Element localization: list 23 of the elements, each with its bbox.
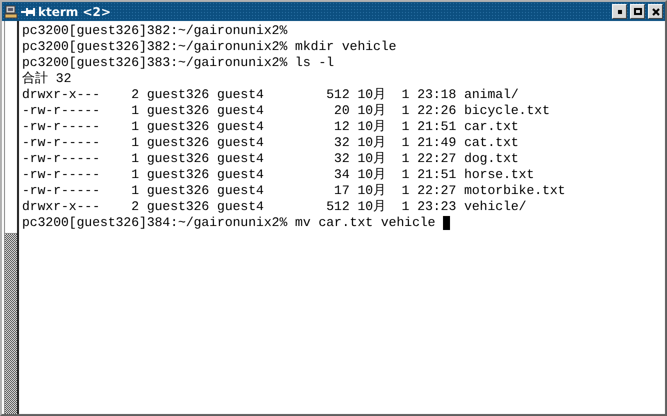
terminal-line: -rw-r----- 1 guest326 guest4 20 10月 1 22:26 bicycle.txt xyxy=(22,103,550,119)
terminal-line: pc3200[guest326]384:~/gaironunix2% mv car.txt vehicle xyxy=(22,215,436,231)
terminal-line: pc3200[guest326]382:~/gaironunix2% xyxy=(22,23,288,39)
close-icon xyxy=(652,8,660,16)
terminal-line: drwxr-x--- 2 guest326 guest4 512 10月 1 23:23 vehicle/ xyxy=(22,199,526,215)
minimize-button[interactable] xyxy=(612,4,627,19)
terminal-line: -rw-r----- 1 guest326 guest4 17 10月 1 22:27 motorbike.txt xyxy=(22,183,566,199)
window-title: kterm <2> xyxy=(38,4,111,18)
terminal-line: -rw-r----- 1 guest326 guest4 34 10月 1 21:51 horse.txt xyxy=(22,167,534,183)
computer-icon xyxy=(4,4,18,18)
close-button[interactable] xyxy=(648,4,663,19)
minimize-icon xyxy=(618,10,622,14)
terminal-line: drwxr-x--- 2 guest326 guest4 512 10月 1 23:18 animal/ xyxy=(22,87,519,103)
scrollbar[interactable] xyxy=(4,21,19,414)
pin-icon[interactable] xyxy=(21,6,35,16)
maximize-button[interactable] xyxy=(630,4,645,19)
terminal-line: pc3200[guest326]383:~/gaironunix2% ls -l xyxy=(22,55,334,71)
maximize-icon xyxy=(634,8,642,15)
terminal-line: 合計 32 xyxy=(22,71,72,87)
terminal-line: -rw-r----- 1 guest326 guest4 32 10月 1 22:27 dog.txt xyxy=(22,151,519,167)
terminal-line: -rw-r----- 1 guest326 guest4 12 10月 1 21:51 car.txt xyxy=(22,119,519,135)
terminal-line: pc3200[guest326]382:~/gaironunix2% mkdir vehicle xyxy=(22,39,396,55)
terminal-line: -rw-r----- 1 guest326 guest4 32 10月 1 21:49 cat.txt xyxy=(22,135,519,151)
